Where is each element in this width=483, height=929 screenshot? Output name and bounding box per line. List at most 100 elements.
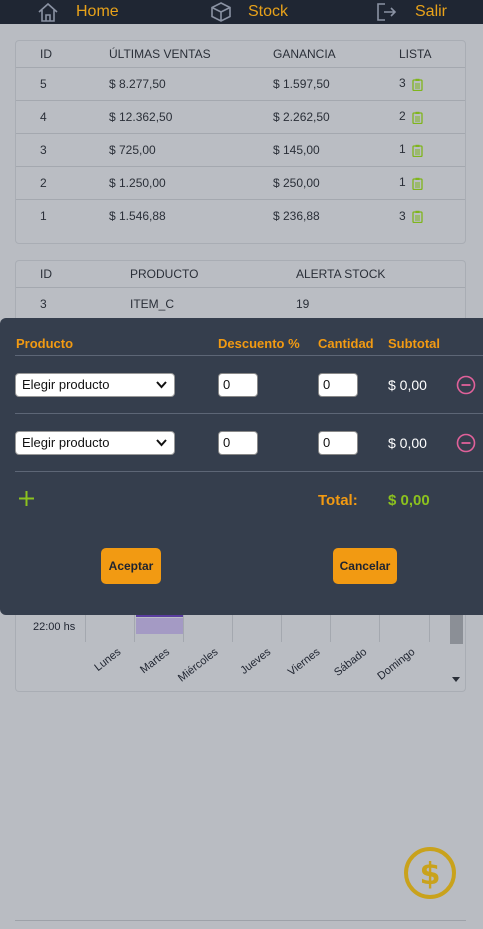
header-subtotal: Subtotal [388,336,440,351]
sale-list: 2 [399,109,406,124]
svg-text:$: $ [420,857,441,892]
sale-amount-cell: $ 12.362,50 [109,100,273,134]
sale-profit: $ 1.597,50 [273,76,330,91]
quantity-input[interactable]: 0 [318,431,358,455]
new-sale-modal: Producto Descuento % Cantidad Subtotal E… [0,318,483,615]
remove-row-icon[interactable] [456,433,476,453]
product-select-value: Elegir producto [22,377,110,392]
sale-amount-cell: $ 725,00 [109,133,273,167]
chart-bar [136,618,183,634]
day-label: Domingo [375,646,418,683]
quantity-input[interactable]: 0 [318,373,358,397]
sale-list: 1 [399,142,406,157]
total-label: Total: [318,492,358,509]
chevron-down-icon [156,381,167,389]
table-row: 3 $ 725,00 $ 145,00 1 [16,133,465,167]
sale-profit-cell: $ 236,88 [273,199,399,232]
discount-input[interactable]: 0 [218,431,258,455]
header-discount: Descuento % [218,336,300,351]
sale-amount-cell: $ 1.250,00 [109,166,273,200]
sale-id: 1 [40,208,47,223]
header-product: Producto [16,336,74,351]
table-row: 4 $ 12.362,50 $ 2.262,50 2 [16,100,465,134]
table-row: 1 $ 1.546,88 $ 236,88 3 [16,199,465,232]
sale-list-cell: 1 [399,166,465,200]
sale-amount: $ 1.250,00 [109,175,166,190]
sale-id: 4 [40,109,47,124]
day-label: Viernes [285,646,323,679]
sale-list-cell: 3 [399,199,465,232]
clipboard-icon[interactable] [412,78,423,91]
product-select[interactable]: Elegir producto [15,431,175,455]
table-row: 3 ITEM_C 19 [16,287,465,320]
day-label: Lunes [92,646,124,674]
row-subtotal: $ 0,00 [388,435,427,451]
day-label: Jueves [238,646,274,677]
add-row-icon[interactable] [18,490,35,507]
sale-profit: $ 2.262,50 [273,109,330,124]
accept-button[interactable]: Aceptar [101,548,161,584]
header-quantity: Cantidad [318,336,374,351]
stock-product: ITEM_C [130,296,175,311]
sale-list-cell: 3 [399,67,465,101]
sale-profit-cell: $ 2.262,50 [273,100,399,134]
sale-id-cell: 2 [16,166,109,200]
sale-amount-cell: $ 1.546,88 [109,199,273,232]
nav-stock-link[interactable]: Stock [248,3,288,21]
sale-profit: $ 236,88 [273,208,320,223]
col-header-sales: ÚLTIMAS VENTAS [109,41,273,68]
discount-input[interactable]: 0 [218,373,258,397]
sale-profit: $ 145,00 [273,142,320,157]
clipboard-icon[interactable] [412,111,423,124]
stock-card: ID PRODUCTO ALERTA STOCK 3 ITEM_C 19 [15,260,466,320]
sale-id-cell: 1 [16,199,109,232]
top-nav: Home Stock Salir [0,0,483,24]
scroll-down-icon[interactable] [452,677,460,682]
col-header-stock-alert: ALERTA STOCK [296,261,465,288]
table-row: 2 $ 1.250,00 $ 250,00 1 [16,166,465,200]
sale-profit-cell: $ 145,00 [273,133,399,167]
sale-id-cell: 5 [16,67,109,101]
sale-id: 3 [40,142,47,157]
weekly-chart: 22:00 hs Lunes Martes Miércoles Jueves V… [15,604,466,692]
day-label: Martes [138,646,173,677]
sale-profit-cell: $ 250,00 [273,166,399,200]
home-icon[interactable] [37,2,59,22]
divider [15,355,483,356]
sale-list-cell: 2 [399,100,465,134]
day-label: Miércoles [175,646,221,685]
sale-id-cell: 3 [16,133,109,167]
clipboard-icon[interactable] [412,144,423,157]
sale-profit: $ 250,00 [273,175,320,190]
sale-amount: $ 725,00 [109,142,156,157]
divider [15,920,466,921]
sale-id: 5 [40,76,47,91]
product-select-value: Elegir producto [22,435,110,450]
divider [15,471,483,472]
sales-card: ID ÚLTIMAS VENTAS GANANCIA LISTA 5 $ 8.27… [15,40,466,244]
sale-id: 2 [40,175,47,190]
clipboard-icon[interactable] [412,210,423,223]
stock-table: ID PRODUCTO ALERTA STOCK 3 ITEM_C 19 [16,261,465,320]
total-value: $ 0,00 [388,492,430,509]
remove-row-icon[interactable] [456,375,476,395]
sale-amount: $ 12.362,50 [109,109,173,124]
cancel-button[interactable]: Cancelar [333,548,397,584]
sale-amount: $ 1.546,88 [109,208,166,223]
nav-logout-link[interactable]: Salir [415,3,447,21]
sale-amount: $ 8.277,50 [109,76,166,91]
clipboard-icon[interactable] [412,177,423,190]
col-header-id: ID [16,261,130,288]
sale-profit-cell: $ 1.597,50 [273,67,399,101]
logout-icon[interactable] [376,2,398,22]
product-select[interactable]: Elegir producto [15,373,175,397]
day-label: Sábado [332,646,370,679]
dollar-icon[interactable]: $ [403,846,457,900]
col-header-id: ID [16,41,109,68]
box-icon[interactable] [210,2,232,22]
row-subtotal: $ 0,00 [388,377,427,393]
stock-alert: 19 [296,296,310,311]
table-row: 5 $ 8.277,50 $ 1.597,50 3 [16,67,465,101]
col-header-profit: GANANCIA [273,41,399,68]
nav-home-link[interactable]: Home [76,3,119,21]
